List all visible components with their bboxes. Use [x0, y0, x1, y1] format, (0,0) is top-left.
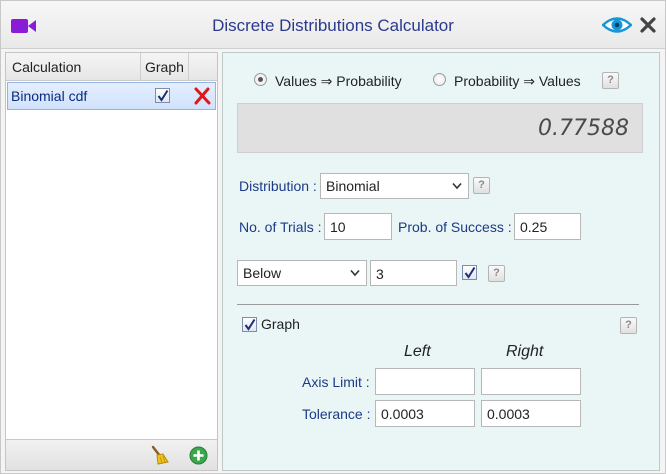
probability-to-values-label[interactable]: Probability ⇒ Values: [454, 73, 581, 90]
broom-icon[interactable]: [150, 445, 170, 465]
trials-value: 10: [330, 219, 346, 235]
direction-select[interactable]: Below: [237, 260, 367, 286]
column-divider: [140, 53, 141, 81]
column-divider: [188, 53, 189, 81]
checkmark-icon: [244, 318, 256, 331]
tolerance-right-value: 0.0003: [487, 406, 530, 422]
result-value: 0.77588: [538, 116, 629, 141]
probability-to-values-radio[interactable]: [433, 73, 446, 86]
calculator-window: Discrete Distributions Calculator Calcul…: [0, 0, 666, 474]
graph-checkbox[interactable]: [242, 317, 257, 332]
trials-input[interactable]: 10: [324, 213, 392, 240]
distribution-value: Binomial: [326, 178, 380, 194]
condition-value-input[interactable]: 3: [370, 260, 457, 286]
checkmark-icon: [464, 266, 476, 279]
chevron-down-icon: [350, 269, 360, 277]
add-icon[interactable]: [189, 446, 208, 465]
calculation-list-header: Calculation Graph: [6, 53, 217, 81]
checkmark-icon: [157, 89, 169, 102]
close-icon[interactable]: [639, 16, 657, 34]
left-column-header: Left: [404, 343, 431, 360]
eye-icon[interactable]: [602, 15, 632, 35]
distribution-select[interactable]: Binomial: [320, 173, 469, 199]
right-column-header: Right: [506, 343, 544, 360]
calculation-column-header[interactable]: Calculation: [12, 59, 81, 75]
axis-limit-left-input[interactable]: [375, 368, 475, 395]
delete-icon[interactable]: [193, 87, 211, 105]
calculator-settings-panel: Values ⇒ Probability Probability ⇒ Value…: [222, 52, 660, 471]
values-to-probability-radio[interactable]: [254, 73, 267, 86]
graph-column-header[interactable]: Graph: [145, 59, 184, 75]
condition-value: 3: [376, 266, 384, 282]
chevron-down-icon: [452, 182, 462, 190]
trials-label: No. of Trials :: [239, 219, 322, 235]
tolerance-right-input[interactable]: 0.0003: [481, 400, 581, 427]
result-display: 0.77588: [237, 103, 643, 153]
distribution-help-button[interactable]: ?: [473, 177, 490, 194]
mode-help-button[interactable]: ?: [602, 72, 619, 89]
success-probability-label: Prob. of Success :: [398, 219, 512, 235]
calculation-list-footer: [6, 439, 217, 470]
axis-limit-label: Axis Limit :: [302, 374, 370, 390]
axis-limit-right-input[interactable]: [481, 368, 581, 395]
values-to-probability-label[interactable]: Values ⇒ Probability: [275, 73, 402, 90]
tolerance-label: Tolerance :: [302, 406, 371, 422]
title-bar: Discrete Distributions Calculator: [1, 1, 665, 49]
tolerance-left-input[interactable]: 0.0003: [375, 400, 475, 427]
row-graph-checkbox[interactable]: [155, 88, 170, 103]
tolerance-left-value: 0.0003: [381, 406, 424, 422]
window-title: Discrete Distributions Calculator: [212, 16, 454, 35]
graph-label[interactable]: Graph: [261, 316, 300, 332]
condition-checkbox[interactable]: [462, 265, 477, 280]
success-probability-value: 0.25: [520, 219, 548, 235]
calculation-list-panel: Calculation Graph Binomial cdf: [5, 52, 218, 471]
calculation-row[interactable]: Binomial cdf: [7, 82, 216, 110]
distribution-label: Distribution :: [239, 178, 317, 194]
direction-value: Below: [243, 265, 282, 281]
graph-help-button[interactable]: ?: [620, 317, 637, 334]
calculation-row-label: Binomial cdf: [11, 88, 88, 104]
success-probability-input[interactable]: 0.25: [514, 213, 581, 240]
section-divider: [237, 304, 639, 305]
condition-help-button[interactable]: ?: [488, 265, 505, 282]
